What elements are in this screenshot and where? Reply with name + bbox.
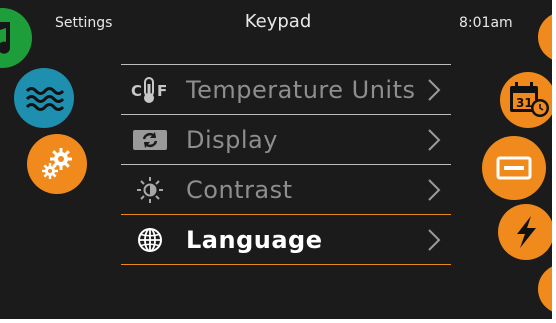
settings-menu: C F Temperature Units Display Contrast L…: [121, 64, 451, 265]
music-nav-button[interactable]: [0, 8, 32, 68]
schedule-nav-button[interactable]: 31: [500, 72, 552, 128]
chevron-right-icon: [428, 228, 441, 251]
menu-item-label: Display: [186, 125, 278, 154]
menu-item-language[interactable]: Language: [121, 214, 451, 265]
display-nav-button[interactable]: [484, 138, 544, 198]
lightning-icon: [517, 216, 536, 248]
chevron-right-icon: [428, 78, 441, 101]
right-nav-button-bottom[interactable]: [538, 264, 552, 314]
settings-nav-button[interactable]: [27, 134, 87, 194]
menu-item-label: Language: [186, 225, 323, 254]
clock: 8:01am: [459, 15, 513, 31]
rotate-display-icon: [131, 126, 169, 154]
water-waves-icon: [25, 87, 64, 111]
power-nav-button[interactable]: [498, 204, 552, 260]
menu-item-temperature-units[interactable]: C F Temperature Units: [121, 64, 451, 114]
calendar-clock-icon: 31: [510, 82, 549, 117]
music-note-icon: [0, 22, 10, 54]
keypad-settings-screen: Settings Keypad 8:01am 31 C F Temperatur…: [0, 0, 552, 319]
globe-icon: [131, 226, 169, 254]
chevron-right-icon: [428, 128, 441, 151]
menu-item-display[interactable]: Display: [121, 114, 451, 164]
thermometer-icon: C F: [131, 76, 169, 104]
fahrenheit-letter: F: [157, 82, 167, 100]
sun-contrast-icon: [131, 176, 169, 204]
menu-item-label: Temperature Units: [186, 75, 416, 104]
menu-item-contrast[interactable]: Contrast: [121, 164, 451, 214]
celsius-letter: C: [131, 82, 142, 100]
menu-item-label: Contrast: [186, 175, 293, 204]
water-nav-button[interactable]: [14, 68, 74, 128]
calendar-day-text: 31: [516, 96, 533, 110]
chevron-right-icon: [428, 178, 441, 201]
gears-icon: [42, 148, 72, 179]
display-rectangle-icon: [496, 156, 532, 180]
